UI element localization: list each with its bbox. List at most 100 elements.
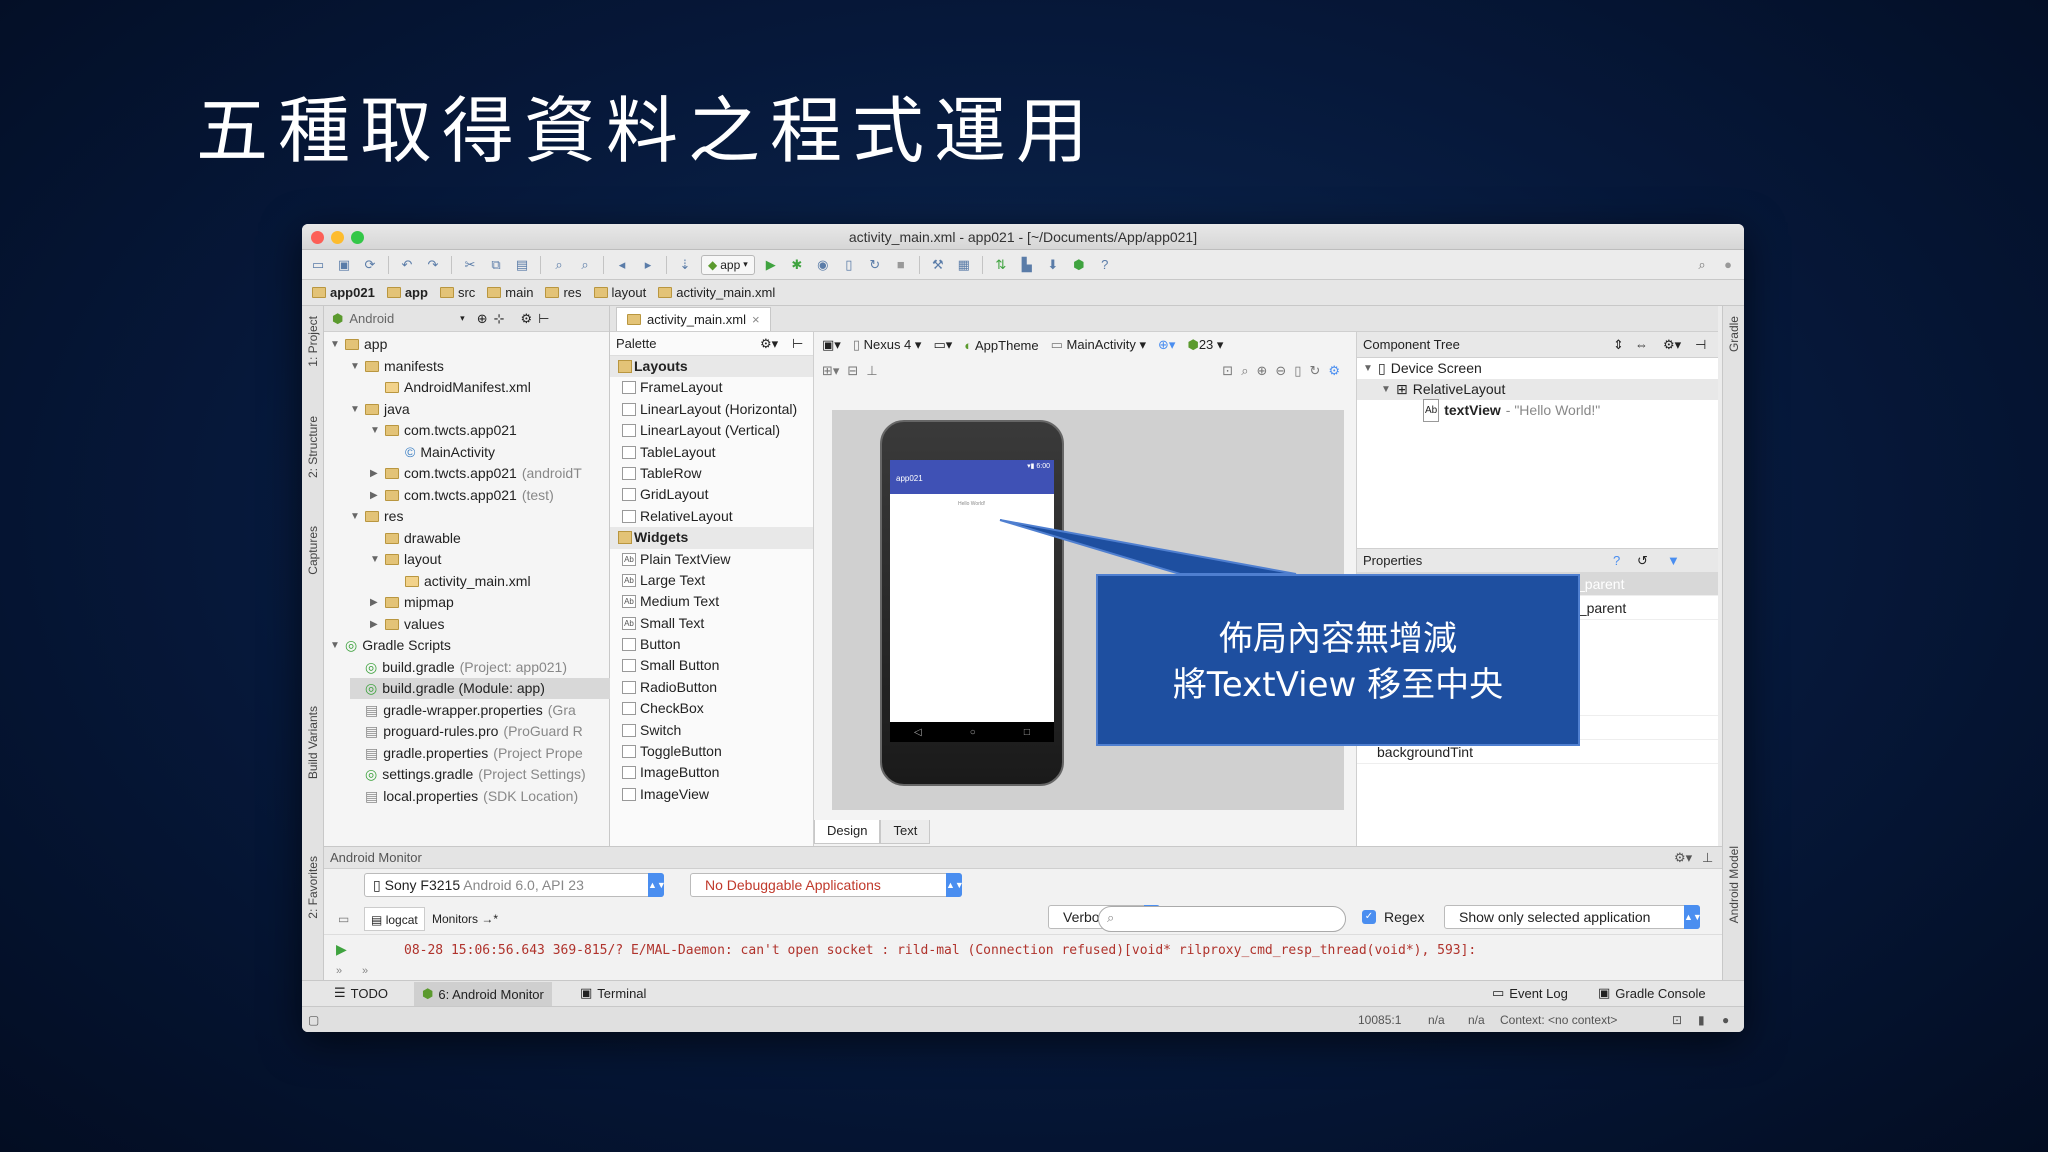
collapsed-arrow-icon[interactable]: ▶ xyxy=(370,485,380,506)
undo-icon[interactable]: ↶ xyxy=(397,256,417,274)
project-tree-item[interactable]: activity_main.xml xyxy=(390,571,531,592)
gradle-sync-icon[interactable]: ⇅ xyxy=(991,256,1011,274)
profile-icon[interactable]: ▯ xyxy=(839,256,859,274)
breadcrumb-item[interactable]: layout xyxy=(593,285,646,300)
device-select[interactable]: ▯ Nexus 4 ▾ xyxy=(853,337,922,353)
inspector-icon[interactable]: ▮ xyxy=(1698,1013,1705,1027)
hide-panel-icon[interactable]: ⊢ xyxy=(538,311,549,327)
zoom-window-button[interactable] xyxy=(351,231,364,244)
project-tree-item[interactable]: ▼ app xyxy=(330,334,387,355)
project-tree-item[interactable]: ▤ gradle-wrapper.properties (Gra xyxy=(350,700,576,721)
project-tree-item[interactable]: ▤ local.properties (SDK Location) xyxy=(350,786,578,807)
zoom-in-icon[interactable]: ⊕ xyxy=(1256,363,1267,379)
theme-select[interactable]: ◐ AppTheme xyxy=(964,338,1038,353)
hello-world-textview[interactable]: Hello World! xyxy=(958,501,985,507)
palette-category[interactable]: Widgets xyxy=(610,527,813,549)
app-dropdown[interactable]: No Debuggable Applications ▲▼ xyxy=(690,873,964,897)
hide-panel-icon[interactable]: ⊥ xyxy=(1702,847,1713,869)
project-tree-item[interactable]: ▤ proguard-rules.pro (ProGuard R xyxy=(350,721,583,742)
user-icon[interactable]: ● xyxy=(1718,256,1738,274)
project-tree-item[interactable]: ▶ mipmap xyxy=(370,592,454,613)
gear-icon[interactable]: ⚙▾ xyxy=(1674,847,1692,869)
run-icon[interactable]: ▶ xyxy=(336,941,347,958)
tree-device-screen[interactable]: ▼ ▯ Device Screen xyxy=(1357,358,1718,379)
avd-manager-icon[interactable]: ▙ xyxy=(1017,256,1037,274)
palette-item[interactable]: Small Button xyxy=(610,655,813,676)
back-icon[interactable]: ◂ xyxy=(612,256,632,274)
project-tree-item[interactable]: ▶ com.twcts.app021 (androidT xyxy=(370,463,582,484)
project-tree-item[interactable]: drawable xyxy=(370,528,461,549)
tool-tab-android-model[interactable]: Android Model xyxy=(1727,846,1741,923)
expanded-arrow-icon[interactable]: ▼ xyxy=(330,635,340,656)
close-window-button[interactable] xyxy=(311,231,324,244)
palette-item[interactable]: ToggleButton xyxy=(610,741,813,762)
palette-category[interactable]: Layouts xyxy=(610,356,813,378)
palette-item[interactable]: Ab Small Text xyxy=(610,613,813,634)
expand-all-icon[interactable]: ⇕ xyxy=(1613,332,1624,358)
save-icon[interactable]: ▣ xyxy=(334,256,354,274)
palette-item[interactable]: ImageView xyxy=(610,784,813,805)
make-project-icon[interactable]: ⇣ xyxy=(675,256,695,274)
tool-button-todo[interactable]: ☰ TODO xyxy=(334,985,388,1001)
filter-dropdown[interactable]: Show only selected application ▲▼ xyxy=(1444,905,1702,929)
project-tree-item[interactable]: ▼ com.twcts.app021 xyxy=(370,420,517,441)
run-config-select[interactable]: ◆ app ▾ xyxy=(701,254,755,275)
project-tree-item[interactable]: ▶ values xyxy=(370,614,444,635)
editor-tab-activity-main[interactable]: activity_main.xml × xyxy=(616,307,771,331)
replace-icon[interactable]: ⌕ xyxy=(575,256,595,274)
project-tree-item[interactable]: ◎ build.gradle (Project: app021) xyxy=(350,657,567,678)
palette-item[interactable]: Ab Large Text xyxy=(610,570,813,591)
expand-icon[interactable]: » xyxy=(362,965,368,977)
fit-height-icon[interactable]: ⊥ xyxy=(866,363,877,379)
expanded-arrow-icon[interactable]: ▼ xyxy=(330,334,340,355)
expand-icon[interactable]: » xyxy=(336,965,342,977)
scroll-from-source-icon[interactable]: ⊕ xyxy=(477,311,488,327)
palette-item[interactable]: Ab Plain TextView xyxy=(610,549,813,570)
attach-debugger-icon[interactable]: ◉ xyxy=(813,256,833,274)
breadcrumb-item[interactable]: app021 xyxy=(312,285,375,300)
gear-icon[interactable]: ⚙▾ xyxy=(760,332,778,356)
layout-inspector-icon[interactable]: ▦ xyxy=(954,256,974,274)
palette-item[interactable]: LinearLayout (Horizontal) xyxy=(610,399,813,420)
palette-item[interactable]: ImageButton xyxy=(610,762,813,783)
device-dropdown[interactable]: ▯ Sony F3215 Android 6.0, API 23 ▲▼ xyxy=(364,873,666,897)
run-icon[interactable]: ▶ xyxy=(761,256,781,274)
event-icon[interactable]: ● xyxy=(1722,1013,1729,1027)
design-mode-icon[interactable]: ▣▾ xyxy=(822,337,841,353)
tool-button-event-log[interactable]: ▭ Event Log xyxy=(1492,985,1568,1001)
open-folder-icon[interactable]: ▭ xyxy=(308,256,328,274)
palette-item[interactable]: Ab Medium Text xyxy=(610,591,813,612)
breadcrumb-item[interactable]: activity_main.xml xyxy=(658,285,775,300)
project-tree-item[interactable]: ▼ layout xyxy=(370,549,441,570)
help-icon[interactable]: ? xyxy=(1095,256,1115,274)
file-encoding[interactable]: n/a xyxy=(1468,1013,1485,1027)
palette-item[interactable]: TableRow xyxy=(610,463,813,484)
minimize-window-button[interactable] xyxy=(331,231,344,244)
project-tree-item[interactable]: ▤ gradle.properties (Project Prope xyxy=(350,743,583,764)
sdk-manager-icon[interactable]: ⬇ xyxy=(1043,256,1063,274)
hide-panel-icon[interactable]: ⊢ xyxy=(792,332,803,356)
orientation-icon[interactable]: ▭▾ xyxy=(933,337,952,353)
android-icon[interactable]: ⬢ xyxy=(1069,256,1089,274)
tab-design[interactable]: Design xyxy=(814,820,881,844)
find-icon[interactable]: ⌕ xyxy=(549,256,569,274)
close-tab-icon[interactable]: × xyxy=(752,312,760,327)
gear-icon[interactable]: ⚙ xyxy=(521,311,533,327)
tool-tab-favorites[interactable]: 2: Favorites xyxy=(306,856,320,919)
project-tree-item[interactable]: ◎ build.gradle (Module: app) xyxy=(350,678,610,699)
expanded-arrow-icon[interactable]: ▼ xyxy=(370,420,380,441)
screen-capture-icon[interactable]: ▭ xyxy=(332,907,355,931)
palette-item[interactable]: FrameLayout xyxy=(610,377,813,398)
redo-icon[interactable]: ↷ xyxy=(423,256,443,274)
logcat-search-input[interactable]: ⌕ xyxy=(1098,906,1346,932)
line-separator[interactable]: n/a xyxy=(1428,1013,1445,1027)
tool-tab-structure[interactable]: 2: Structure xyxy=(306,416,320,478)
collapse-all-icon[interactable]: ⇔ xyxy=(1635,332,1648,358)
debug-icon[interactable]: ✱ xyxy=(787,256,807,274)
palette-item[interactable]: RadioButton xyxy=(610,677,813,698)
layout-bounds-icon[interactable]: ⊞▾ xyxy=(822,363,839,379)
zoom-out-icon[interactable]: ⊖ xyxy=(1275,363,1286,379)
project-view-select[interactable]: ⬢ Android ▾ ⊕ ⊹ ⚙ ⊢ xyxy=(324,306,609,332)
palette-item[interactable]: Button xyxy=(610,634,813,655)
tab-monitors[interactable]: Monitors →* xyxy=(426,907,504,931)
